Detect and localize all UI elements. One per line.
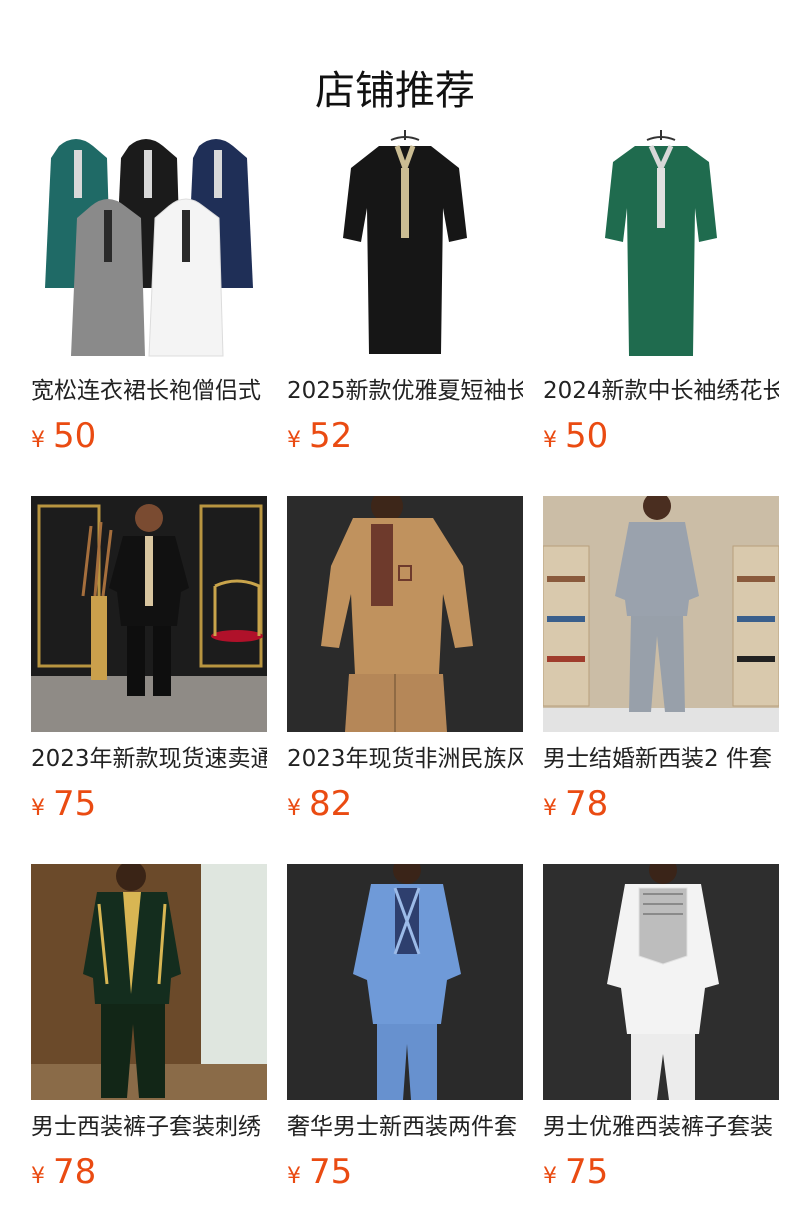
currency-symbol: ¥ [287, 428, 301, 453]
product-name[interactable]: 男士结婚新西装2 件套 [543, 744, 779, 774]
price-value: 50 [53, 416, 97, 456]
product-card[interactable]: 2024新款中长袖绣花长袍 ¥50 [543, 128, 779, 496]
product-card[interactable]: 男士优雅西装裤子套装 ¥75 [543, 864, 779, 1232]
product-image-blue-suit[interactable] [287, 864, 523, 1100]
product-image-white-suit[interactable] [543, 864, 779, 1100]
currency-symbol: ¥ [31, 428, 45, 453]
product-price: ¥75 [543, 1152, 779, 1192]
price-value: 78 [565, 784, 609, 824]
product-name[interactable]: 2024新款中长袖绣花长袍 [543, 376, 779, 406]
currency-symbol: ¥ [287, 1164, 301, 1189]
currency-symbol: ¥ [543, 428, 557, 453]
product-price: ¥50 [31, 416, 267, 456]
product-grid: 宽松连衣裙长袍僧侣式 ¥50 2025新款优雅夏短袖长袍 ¥52 [31, 128, 780, 1232]
product-price: ¥78 [543, 784, 779, 824]
product-name[interactable]: 宽松连衣裙长袍僧侣式 [31, 376, 267, 406]
page-title: 店铺推荐 [315, 67, 475, 114]
product-card[interactable]: 2023年现货非洲民族风 ¥82 [287, 496, 523, 864]
product-image-dark-green-suit[interactable] [31, 864, 267, 1100]
product-name[interactable]: 2023年现货非洲民族风 [287, 744, 523, 774]
product-card[interactable]: 男士西装裤子套装刺绣 ¥78 [31, 864, 267, 1232]
currency-symbol: ¥ [543, 1164, 557, 1189]
product-price: ¥50 [543, 416, 779, 456]
price-value: 75 [309, 1152, 353, 1192]
currency-symbol: ¥ [287, 796, 301, 821]
product-card[interactable]: 男士结婚新西装2 件套 ¥78 [543, 496, 779, 864]
product-image-black-suit[interactable] [31, 496, 267, 732]
product-name[interactable]: 2025新款优雅夏短袖长袍 [287, 376, 523, 406]
price-value: 52 [309, 416, 353, 456]
price-value: 50 [565, 416, 609, 456]
product-card[interactable]: 2025新款优雅夏短袖长袍 ¥52 [287, 128, 523, 496]
recommended-products-page: 店铺推荐 宽松连衣裙长袍僧侣式 ¥ 50 2025新款优雅夏短袖长 ¥ 52 2… [0, 0, 790, 1232]
product-image-black-robe[interactable] [287, 128, 523, 364]
currency-symbol: ¥ [543, 796, 557, 821]
product-card[interactable]: 奢华男士新西装两件套 ¥75 [287, 864, 523, 1232]
product-image-grey-suit[interactable] [543, 496, 779, 732]
product-price: ¥52 [287, 416, 523, 456]
product-image-hooded-robes[interactable] [31, 128, 267, 364]
product-price: ¥78 [31, 1152, 267, 1192]
price-value: 75 [53, 784, 97, 824]
price-value: 78 [53, 1152, 97, 1192]
currency-symbol: ¥ [31, 796, 45, 821]
price-value: 75 [565, 1152, 609, 1192]
product-image-green-robe[interactable] [543, 128, 779, 364]
product-price: ¥75 [287, 1152, 523, 1192]
product-name[interactable]: 奢华男士新西装两件套 [287, 1112, 523, 1142]
product-price: ¥82 [287, 784, 523, 824]
price-value: 82 [309, 784, 353, 824]
product-name[interactable]: 男士西装裤子套装刺绣 [31, 1112, 267, 1142]
product-image-tan-suit[interactable] [287, 496, 523, 732]
product-card[interactable]: 2023年新款现货速卖通 ¥75 [31, 496, 267, 864]
currency-symbol: ¥ [31, 1164, 45, 1189]
product-price: ¥75 [31, 784, 267, 824]
product-card[interactable]: 宽松连衣裙长袍僧侣式 ¥50 [31, 128, 267, 496]
product-name[interactable]: 2023年新款现货速卖通 [31, 744, 267, 774]
product-name[interactable]: 男士优雅西装裤子套装 [543, 1112, 779, 1142]
